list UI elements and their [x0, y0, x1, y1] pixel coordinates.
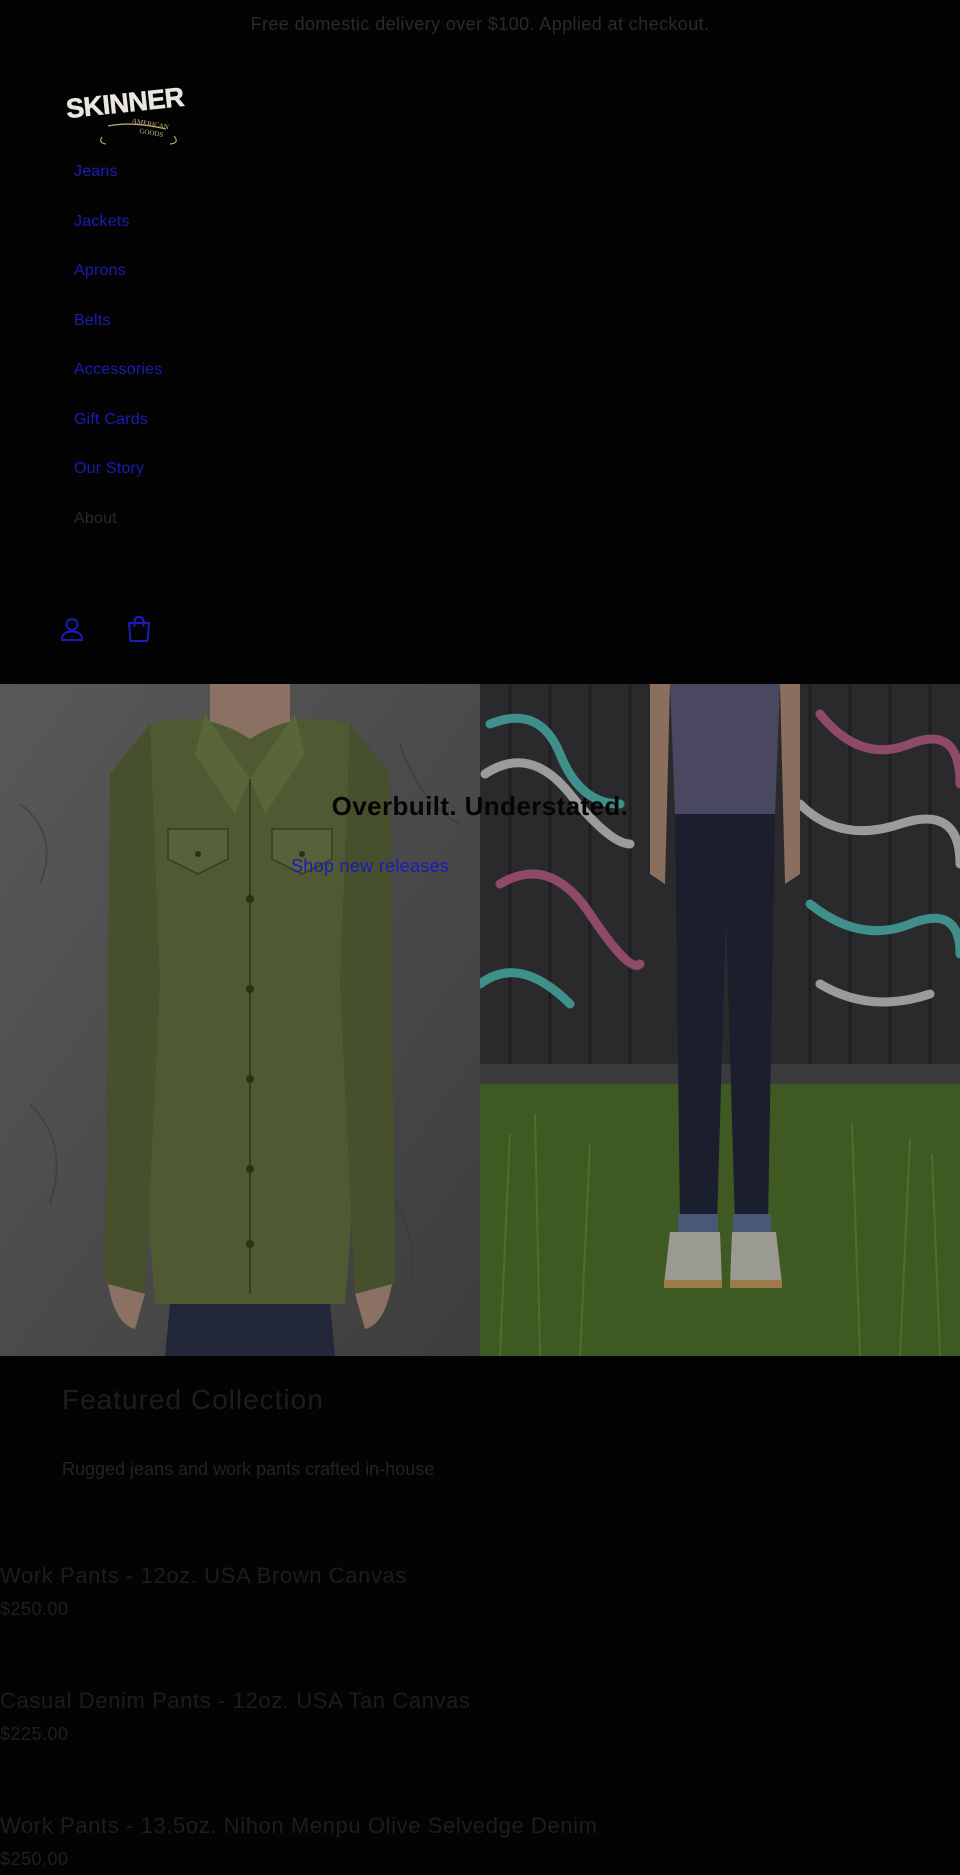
nav-item-belts: Belts: [74, 312, 162, 362]
nav-link-gift-cards[interactable]: Gift Cards: [74, 411, 148, 429]
nav-link-jackets[interactable]: Jackets: [74, 213, 130, 231]
account-icon: [60, 618, 84, 641]
product-card[interactable]: Work Pants - 12oz. USA Brown Canvas $250…: [0, 1563, 960, 1620]
featured-collection-title: Featured Collection: [62, 1384, 324, 1415]
product-price: $225.00: [0, 1724, 69, 1744]
hero-image-denim-jeans: [480, 684, 960, 1356]
product-title[interactable]: Casual Denim Pants - 12oz. USA Tan Canva…: [0, 1688, 960, 1714]
product-title[interactable]: Work Pants - 13.5oz. Nihon Menpu Olive S…: [0, 1813, 960, 1839]
brand-logo[interactable]: SKINNER AMERICAN GOODS: [62, 74, 188, 146]
product-card[interactable]: Work Pants - 13.5oz. Nihon Menpu Olive S…: [0, 1813, 960, 1870]
account-button[interactable]: [55, 612, 89, 646]
nav-link-about[interactable]: About: [74, 510, 117, 528]
nav-link-accessories[interactable]: Accessories: [74, 361, 162, 379]
featured-collection-description: Rugged jeans and work pants crafted in-h…: [62, 1459, 435, 1479]
nav-item-gift-cards: Gift Cards: [74, 411, 162, 461]
nav-item-jackets: Jackets: [74, 213, 162, 263]
nav-item-aprons: Aprons: [74, 262, 162, 312]
nav-link-jeans[interactable]: Jeans: [74, 163, 118, 181]
nav-item-jeans: Jeans: [74, 163, 162, 213]
shop-new-releases-link[interactable]: Shop new releases: [291, 856, 449, 877]
hero-image-green-jacket: [0, 684, 480, 1356]
product-price: $250.00: [0, 1599, 69, 1619]
cart-icon: [128, 615, 150, 642]
hero-banner: Overbuilt. Understated. Shop new release…: [0, 684, 960, 1356]
hero-title: Overbuilt. Understated.: [331, 791, 629, 821]
main-nav: Jeans Jackets Aprons Belts Accessories G…: [74, 163, 162, 559]
nav-item-about: About: [74, 510, 162, 560]
nav-link-our-story[interactable]: Our Story: [74, 460, 144, 478]
nav-item-accessories: Accessories: [74, 361, 162, 411]
brand-logo-name: SKINNER: [65, 82, 186, 124]
announcement-bar: Free domestic delivery over $100. Applie…: [250, 14, 710, 34]
nav-item-our-story: Our Story: [74, 460, 162, 510]
nav-link-aprons[interactable]: Aprons: [74, 262, 126, 280]
product-price: $250.00: [0, 1849, 69, 1869]
nav-link-belts[interactable]: Belts: [74, 312, 111, 330]
product-title[interactable]: Work Pants - 12oz. USA Brown Canvas: [0, 1563, 960, 1589]
product-card[interactable]: Casual Denim Pants - 12oz. USA Tan Canva…: [0, 1688, 960, 1745]
cart-button[interactable]: [122, 612, 156, 646]
